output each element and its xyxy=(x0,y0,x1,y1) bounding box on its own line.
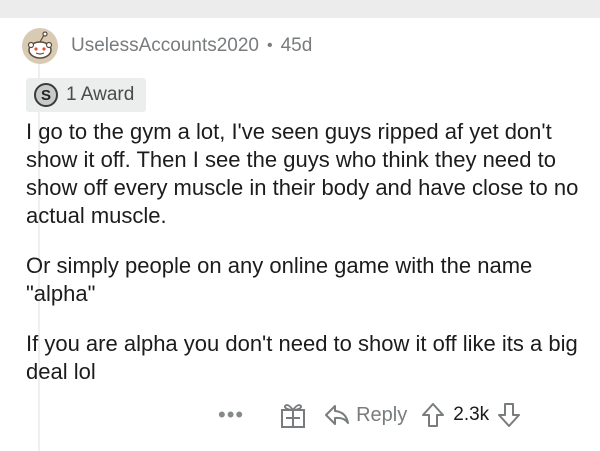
comment-age[interactable]: 45d xyxy=(281,35,313,57)
comment-header: UselessAccounts2020 • 45d xyxy=(22,28,312,64)
comment-paragraph: Or simply people on any online game with… xyxy=(26,253,533,306)
upvote-icon[interactable] xyxy=(421,402,445,428)
avatar[interactable] xyxy=(22,28,58,64)
comment-body: I go to the gym a lot, I've seen guys ri… xyxy=(26,118,592,408)
reply-label: Reply xyxy=(356,403,408,426)
silver-award-icon: S xyxy=(34,83,58,107)
meta-separator: • xyxy=(267,37,273,54)
reply-button[interactable]: Reply xyxy=(324,404,407,427)
more-options-button[interactable]: ••• xyxy=(218,402,244,428)
award-badge[interactable]: S 1 Award xyxy=(26,78,147,112)
comment-actions: ••• Reply 2.3k xyxy=(218,398,521,432)
vote-controls: 2.3k xyxy=(421,402,521,428)
comment-paragraph: I go to the gym a lot, I've seen guys ri… xyxy=(26,119,579,228)
vote-score: 2.3k xyxy=(453,404,490,425)
award-label: 1 Award xyxy=(66,84,135,105)
downvote-icon[interactable] xyxy=(497,402,521,428)
comment-author[interactable]: UselessAccounts2020 xyxy=(71,35,259,57)
reply-arrow-icon xyxy=(324,404,350,426)
top-strip xyxy=(0,0,600,18)
snoo-avatar-icon xyxy=(22,28,58,64)
gift-award-icon[interactable] xyxy=(278,400,308,430)
comment-paragraph: If you are alpha you don't need to show … xyxy=(26,331,578,384)
